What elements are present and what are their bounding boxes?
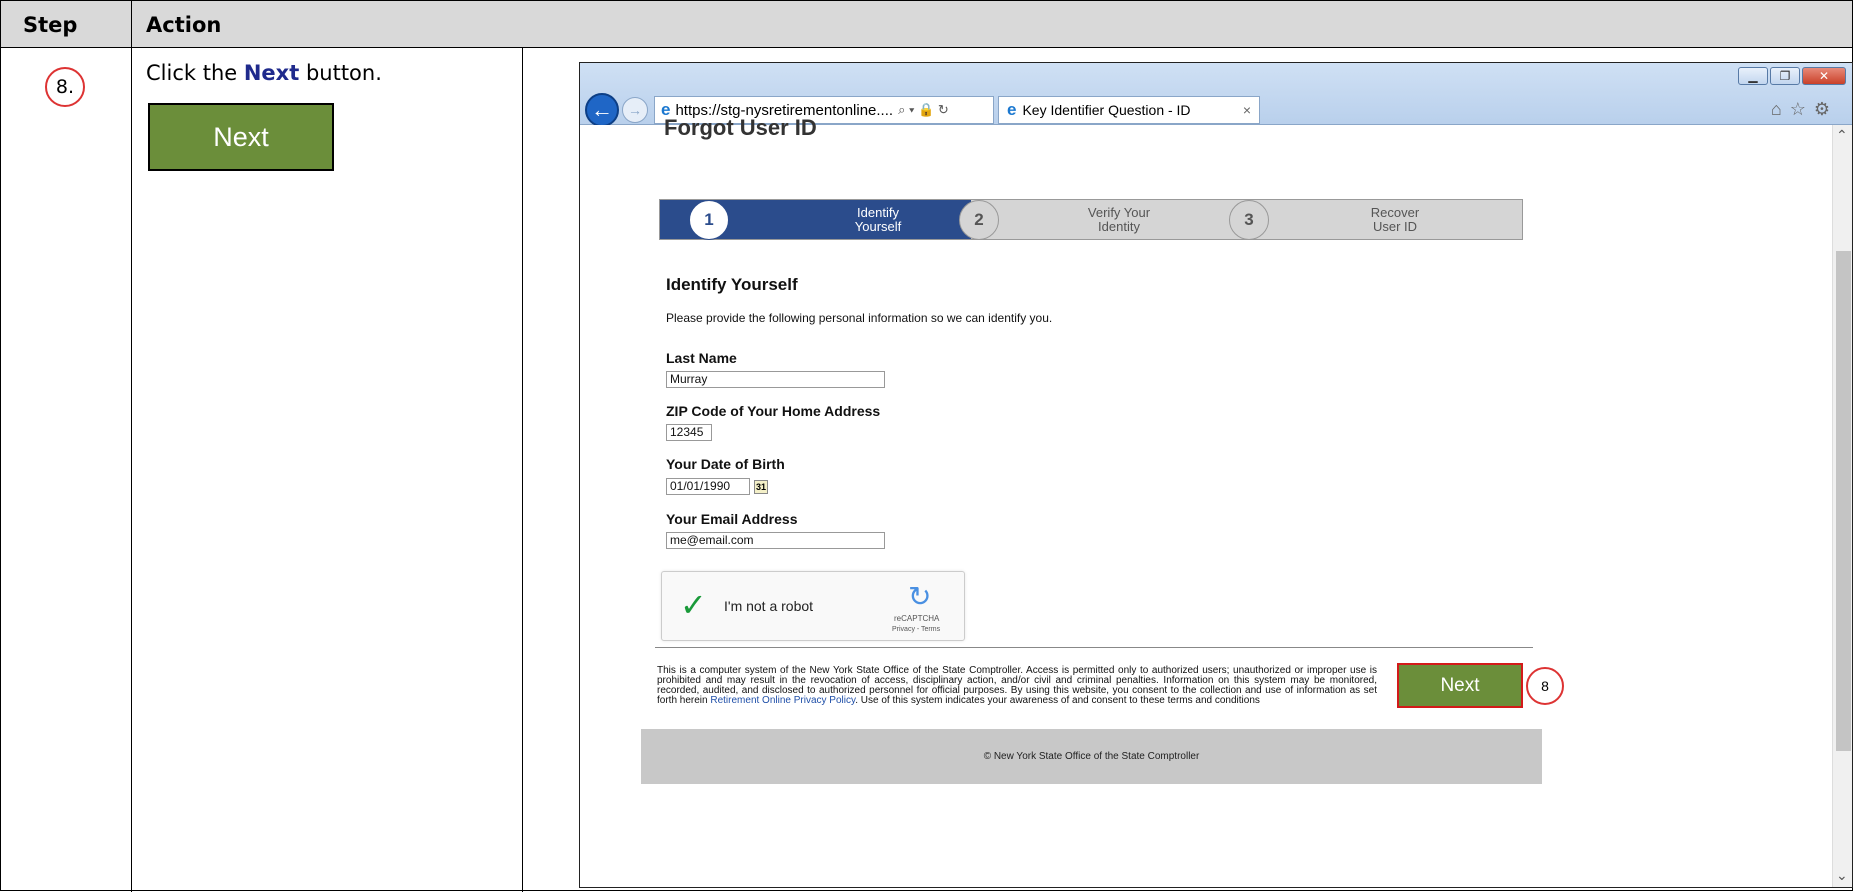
section-title: Identify Yourself	[666, 275, 798, 294]
step-3-label: Recover User ID	[1370, 205, 1420, 234]
minimize-icon[interactable]: ▁	[1738, 67, 1768, 85]
captcha-links[interactable]: Privacy - Terms	[892, 626, 940, 633]
step-2-circle: 2	[959, 200, 999, 240]
window-controls: ▁ ❐ ✕	[1738, 67, 1846, 85]
toolbar-icons: ⌂☆⚙	[1771, 99, 1838, 120]
web-page: Forgot User ID 1 Identify Yourself 2 Veri…	[580, 115, 1832, 887]
header-step: Step	[23, 13, 78, 37]
scroll-down-icon[interactable]: ⌄	[1836, 867, 1848, 884]
captcha-label: I'm not a robot	[724, 598, 814, 614]
dob-input[interactable]: 01/01/1990	[666, 478, 750, 495]
table-header-row: Step Action	[1, 1, 1852, 48]
legal-notice: This is a computer system of the New Yor…	[657, 665, 1377, 706]
last-name-input[interactable]: Murray	[666, 371, 885, 388]
close-icon[interactable]: ✕	[1802, 67, 1846, 85]
checkmark-icon[interactable]: ✓	[680, 586, 707, 624]
scroll-thumb[interactable]	[1836, 251, 1851, 751]
privacy-policy-link[interactable]: Retirement Online Privacy Policy	[710, 695, 855, 706]
dob-label: Your Date of Birth	[666, 456, 785, 472]
calendar-icon[interactable]: 31	[754, 480, 768, 494]
star-icon[interactable]: ☆	[1790, 99, 1814, 119]
page-footer: © New York State Office of the State Com…	[641, 729, 1542, 784]
home-icon[interactable]: ⌂	[1771, 99, 1790, 119]
email-input[interactable]: me@email.com	[666, 532, 885, 549]
scroll-up-icon[interactable]: ⌃	[1836, 127, 1848, 144]
maximize-icon[interactable]: ❐	[1770, 67, 1800, 85]
captcha-brand: reCAPTCHA	[894, 614, 940, 623]
back-arrow-icon[interactable]: ←	[585, 93, 619, 127]
step-number: 8.	[45, 67, 85, 107]
divider	[655, 647, 1533, 648]
column-divider	[522, 48, 523, 892]
next-button[interactable]: Next	[1397, 663, 1523, 708]
section-description: Please provide the following personal in…	[666, 311, 1053, 325]
column-divider	[131, 1, 132, 892]
zip-label: ZIP Code of Your Home Address	[666, 403, 881, 419]
progress-steps: 1 Identify Yourself 2 Verify Your Identity…	[659, 199, 1523, 240]
page-title: Forgot User ID	[664, 115, 817, 140]
email-label: Your Email Address	[666, 511, 798, 527]
instruction-text: Click the Next button.	[146, 61, 382, 85]
ie-logo-icon: e	[1007, 100, 1017, 119]
gear-icon[interactable]: ⚙	[1814, 99, 1838, 119]
browser-screenshot: ▁ ❐ ✕ ← → e https://stg-nysretirementonl…	[579, 62, 1853, 888]
forward-arrow-icon[interactable]: →	[622, 97, 648, 123]
step-3-circle: 3	[1229, 200, 1269, 240]
step-callout: 8	[1526, 667, 1564, 705]
zip-input[interactable]: 12345	[666, 424, 712, 441]
address-controls[interactable]: ⌕ ▾ 🔒 ↻	[898, 102, 949, 118]
header-action: Action	[146, 13, 222, 37]
tab-close-icon[interactable]: ×	[1243, 102, 1251, 118]
step-1-circle: 1	[689, 200, 729, 240]
vertical-scrollbar[interactable]: ⌃ ⌄	[1832, 125, 1852, 887]
step-1-label: Identify Yourself	[854, 205, 902, 234]
recaptcha-widget[interactable]: ✓ I'm not a robot ↻ reCAPTCHA Privacy - …	[661, 571, 965, 641]
sample-next-button: Next	[148, 103, 334, 171]
step-2-label: Verify Your Identity	[1087, 205, 1151, 234]
recaptcha-logo-icon: ↻	[908, 581, 932, 612]
tab-title: Key Identifier Question - ID	[1022, 102, 1191, 118]
browser-tab[interactable]: e Key Identifier Question - ID ×	[998, 96, 1260, 124]
last-name-label: Last Name	[666, 350, 737, 366]
